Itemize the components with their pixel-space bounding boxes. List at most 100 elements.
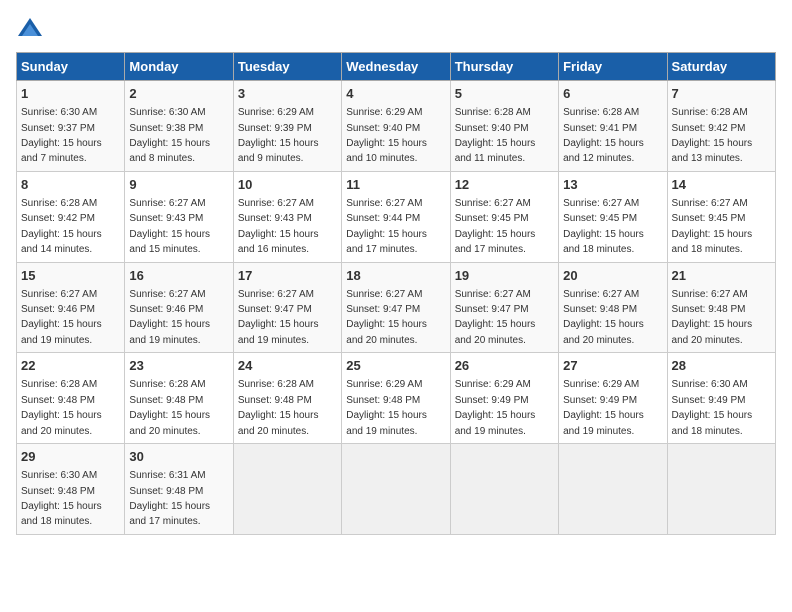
day-header-sunday: Sunday (17, 53, 125, 81)
day-number: 21 (672, 267, 771, 285)
calendar-cell: 12 Sunrise: 6:27 AM Sunset: 9:45 PM Dayligh… (450, 171, 558, 262)
cell-daylight: Daylight: 15 hours and 20 minutes. (672, 319, 753, 345)
day-number: 5 (455, 85, 554, 103)
cell-daylight: Daylight: 15 hours and 14 minutes. (21, 229, 102, 255)
cell-daylight: Daylight: 15 hours and 19 minutes. (129, 319, 210, 345)
cell-daylight: Daylight: 15 hours and 17 minutes. (455, 229, 536, 255)
cell-sunrise: Sunrise: 6:30 AM (21, 470, 97, 481)
cell-sunset: Sunset: 9:40 PM (455, 123, 529, 134)
cell-sunset: Sunset: 9:48 PM (129, 486, 203, 497)
cell-daylight: Daylight: 15 hours and 8 minutes. (129, 138, 210, 164)
cell-sunrise: Sunrise: 6:31 AM (129, 470, 205, 481)
day-header-row: SundayMondayTuesdayWednesdayThursdayFrid… (17, 53, 776, 81)
cell-sunrise: Sunrise: 6:27 AM (455, 289, 531, 300)
cell-sunset: Sunset: 9:45 PM (563, 213, 637, 224)
day-number: 23 (129, 357, 228, 375)
cell-daylight: Daylight: 15 hours and 9 minutes. (238, 138, 319, 164)
calendar-cell: 14Sunrise: 6:27 AMSunset: 9:45 PMDayligh… (667, 171, 775, 262)
cell-daylight: Daylight: 15 hours and 19 minutes. (346, 410, 427, 436)
calendar-cell: 9Sunrise: 6:27 AMSunset: 9:43 PMDaylight… (125, 171, 233, 262)
cell-sunset: Sunset: 9:45 PM (455, 213, 529, 224)
day-number: 11 (346, 176, 445, 194)
cell-sunrise: Sunrise: 6:30 AM (21, 107, 97, 118)
calendar-cell: 13Sunrise: 6:27 AMSunset: 9:45 PMDayligh… (559, 171, 667, 262)
day-number: 26 (455, 357, 554, 375)
cell-daylight: Daylight: 15 hours and 11 minutes. (455, 138, 536, 164)
cell-sunset: Sunset: 9:48 PM (238, 395, 312, 406)
cell-sunset: Sunset: 9:47 PM (455, 304, 529, 315)
calendar-table: SundayMondayTuesdayWednesdayThursdayFrid… (16, 52, 776, 535)
calendar-cell: 3 Sunrise: 6:29 AM Sunset: 9:39 PM Daylight… (233, 81, 341, 172)
cell-sunrise: Sunrise: 6:27 AM (346, 289, 422, 300)
cell-daylight: Daylight: 15 hours and 19 minutes. (238, 319, 319, 345)
cell-daylight: Daylight: 15 hours and 20 minutes. (455, 319, 536, 345)
calendar-cell: 24Sunrise: 6:28 AMSunset: 9:48 PMDayligh… (233, 353, 341, 444)
header (16, 16, 776, 44)
calendar-cell (667, 444, 775, 535)
cell-sunrise: Sunrise: 6:27 AM (563, 198, 639, 209)
calendar-cell: 2 Sunrise: 6:30 AM Sunset: 9:38 PM Daylight… (125, 81, 233, 172)
calendar-cell (559, 444, 667, 535)
cell-sunrise: Sunrise: 6:27 AM (238, 289, 314, 300)
day-number: 17 (238, 267, 337, 285)
calendar-cell: 23Sunrise: 6:28 AMSunset: 9:48 PMDayligh… (125, 353, 233, 444)
calendar-cell: 17 Sunrise: 6:27 AM Sunset: 9:47 PM Dayligh… (233, 262, 341, 353)
calendar-cell: 29Sunrise: 6:30 AMSunset: 9:48 PMDayligh… (17, 444, 125, 535)
day-number: 24 (238, 357, 337, 375)
calendar-cell: 8Sunrise: 6:28 AMSunset: 9:42 PMDaylight… (17, 171, 125, 262)
day-header-saturday: Saturday (667, 53, 775, 81)
cell-sunset: Sunset: 9:42 PM (21, 213, 95, 224)
day-number: 8 (21, 176, 120, 194)
day-number: 19 (455, 267, 554, 285)
cell-sunset: Sunset: 9:38 PM (129, 123, 203, 134)
day-number: 4 (346, 85, 445, 103)
cell-daylight: Daylight: 15 hours and 15 minutes. (129, 229, 210, 255)
cell-sunset: Sunset: 9:37 PM (21, 123, 95, 134)
cell-sunrise: Sunrise: 6:27 AM (672, 289, 748, 300)
cell-sunrise: Sunrise: 6:27 AM (21, 289, 97, 300)
day-number: 10 (238, 176, 337, 194)
cell-daylight: Daylight: 15 hours and 19 minutes. (563, 410, 644, 436)
cell-sunrise: Sunrise: 6:27 AM (129, 289, 205, 300)
cell-daylight: Daylight: 15 hours and 7 minutes. (21, 138, 102, 164)
day-number: 14 (672, 176, 771, 194)
day-number: 2 (129, 85, 228, 103)
calendar-cell: 22Sunrise: 6:28 AMSunset: 9:48 PMDayligh… (17, 353, 125, 444)
cell-sunrise: Sunrise: 6:29 AM (346, 107, 422, 118)
cell-sunset: Sunset: 9:48 PM (21, 486, 95, 497)
cell-sunset: Sunset: 9:39 PM (238, 123, 312, 134)
day-number: 27 (563, 357, 662, 375)
cell-sunrise: Sunrise: 6:28 AM (672, 107, 748, 118)
calendar-week-5: 29Sunrise: 6:30 AMSunset: 9:48 PMDayligh… (17, 444, 776, 535)
calendar-week-2: 8Sunrise: 6:28 AMSunset: 9:42 PMDaylight… (17, 171, 776, 262)
calendar-cell: 25Sunrise: 6:29 AMSunset: 9:48 PMDayligh… (342, 353, 450, 444)
logo (16, 16, 48, 44)
cell-sunset: Sunset: 9:42 PM (672, 123, 746, 134)
day-header-monday: Monday (125, 53, 233, 81)
cell-daylight: Daylight: 15 hours and 12 minutes. (563, 138, 644, 164)
calendar-cell: 10Sunrise: 6:27 AMSunset: 9:43 PMDayligh… (233, 171, 341, 262)
calendar-cell: 30 Sunrise: 6:31 AM Sunset: 9:48 PM Dayligh… (125, 444, 233, 535)
cell-daylight: Daylight: 15 hours and 20 minutes. (346, 319, 427, 345)
cell-daylight: Daylight: 15 hours and 20 minutes. (129, 410, 210, 436)
calendar-cell: 16Sunrise: 6:27 AMSunset: 9:46 PMDayligh… (125, 262, 233, 353)
cell-sunrise: Sunrise: 6:29 AM (563, 379, 639, 390)
cell-sunset: Sunset: 9:49 PM (455, 395, 529, 406)
cell-sunset: Sunset: 9:41 PM (563, 123, 637, 134)
day-number: 1 (21, 85, 120, 103)
calendar-cell: 21Sunrise: 6:27 AMSunset: 9:48 PMDayligh… (667, 262, 775, 353)
calendar-cell: 19 Sunrise: 6:27 AM Sunset: 9:47 PM Dayligh… (450, 262, 558, 353)
day-number: 18 (346, 267, 445, 285)
cell-sunrise: Sunrise: 6:30 AM (129, 107, 205, 118)
cell-sunrise: Sunrise: 6:29 AM (238, 107, 314, 118)
cell-sunrise: Sunrise: 6:27 AM (455, 198, 531, 209)
calendar-cell: 26Sunrise: 6:29 AMSunset: 9:49 PMDayligh… (450, 353, 558, 444)
day-number: 16 (129, 267, 228, 285)
cell-sunrise: Sunrise: 6:28 AM (563, 107, 639, 118)
cell-sunset: Sunset: 9:47 PM (238, 304, 312, 315)
cell-daylight: Daylight: 15 hours and 17 minutes. (129, 501, 210, 527)
day-number: 3 (238, 85, 337, 103)
day-number: 12 (455, 176, 554, 194)
day-number: 30 (129, 448, 228, 466)
cell-sunrise: Sunrise: 6:28 AM (238, 379, 314, 390)
